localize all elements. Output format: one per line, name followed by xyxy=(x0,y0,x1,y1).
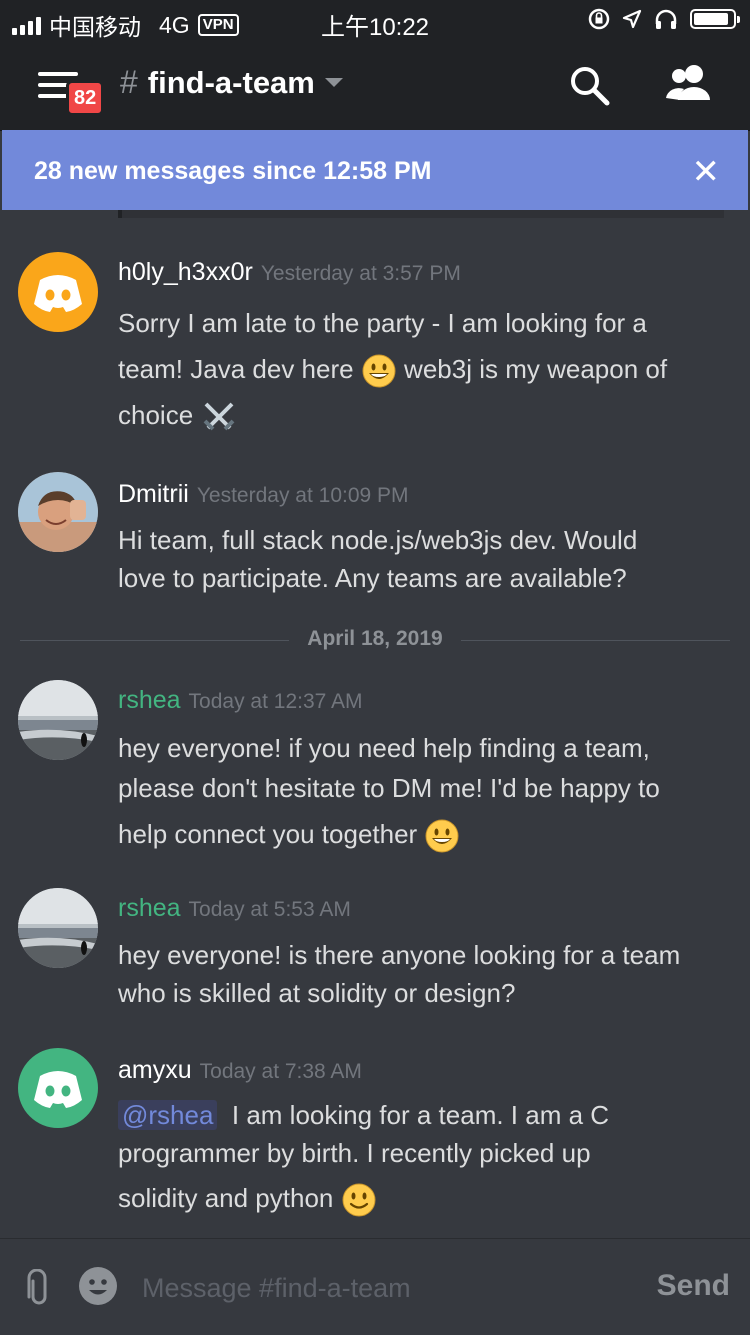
timestamp: Yesterday at 3:57 PM xyxy=(260,262,461,285)
status-bar: 中国移动 4G VPN 上午10:22 xyxy=(0,0,750,42)
discord-logo-icon xyxy=(34,275,82,312)
channel-header xyxy=(0,42,750,131)
date-divider: April 18, 2019 xyxy=(0,627,750,651)
message-line: solidity and python xyxy=(118,1172,718,1224)
new-messages-text: 28 new messages since 12:58 PM xyxy=(34,157,432,185)
members-button[interactable] xyxy=(660,62,716,106)
embed-remnant xyxy=(118,210,724,218)
message-body: @rshea I am looking for a team. I am a C… xyxy=(118,1096,718,1224)
attach-button[interactable] xyxy=(22,1268,56,1309)
author-name[interactable]: Dmitrii xyxy=(118,480,189,508)
crossed-swords-emoji-icon xyxy=(203,402,235,431)
message-line: Sorry I am late to the party - I am look… xyxy=(118,308,647,338)
send-button[interactable]: Send xyxy=(657,1269,730,1303)
message-line: choice xyxy=(118,392,718,438)
headphones-icon xyxy=(655,9,677,29)
date-divider-label: April 18, 2019 xyxy=(289,627,461,650)
new-messages-banner[interactable]: 28 new messages since 12:58 PM ✕ xyxy=(2,130,748,210)
message-text: choice xyxy=(118,400,194,430)
message-composer: Send xyxy=(0,1238,750,1335)
message-header: rshea Today at 5:53 AM xyxy=(118,894,351,923)
message-body: hey everyone! if you need help finding a… xyxy=(118,728,718,860)
channel-title[interactable]: # find-a-team xyxy=(120,64,343,101)
avatar[interactable] xyxy=(18,888,98,968)
slight-smile-emoji-icon xyxy=(342,1183,376,1217)
search-button[interactable] xyxy=(568,64,612,108)
avatar[interactable] xyxy=(18,1048,98,1128)
message-line: @rshea I am looking for a team. I am a C xyxy=(118,1096,718,1134)
message-line: help connect you together xyxy=(118,808,718,860)
emoji-button[interactable] xyxy=(78,1266,118,1306)
author-name[interactable]: h0ly_h3xx0r xyxy=(118,258,253,286)
message-text: I am looking for a team. I am a C xyxy=(231,1100,610,1130)
location-icon xyxy=(622,9,642,29)
message-text: help connect you together xyxy=(118,819,418,849)
avatar[interactable] xyxy=(18,472,98,552)
message-body: Hi team, full stack node.js/web3js dev. … xyxy=(118,521,718,597)
timestamp: Yesterday at 10:09 PM xyxy=(196,484,409,507)
smiley-emoji-icon xyxy=(362,354,396,388)
message-line: programmer by birth. I recently picked u… xyxy=(118,1138,591,1168)
search-icon xyxy=(571,67,610,106)
chevron-down-icon xyxy=(324,78,343,87)
author-name[interactable]: rshea xyxy=(118,894,181,922)
message-line: hey everyone! if you need help finding a… xyxy=(118,733,650,763)
message-line: team! Java dev here web3j is my weapon o… xyxy=(118,346,718,392)
message-body: hey everyone! is there anyone looking fo… xyxy=(118,936,718,1012)
timestamp: Today at 7:38 AM xyxy=(199,1060,362,1083)
avatar[interactable] xyxy=(18,252,98,332)
author-name[interactable]: rshea xyxy=(118,686,181,714)
message-line: who is skilled at solidity or design? xyxy=(118,978,516,1008)
discord-logo-icon xyxy=(34,1071,82,1108)
status-right xyxy=(588,8,740,30)
close-icon[interactable]: ✕ xyxy=(692,152,721,192)
notification-badge: 82 xyxy=(66,80,105,116)
message-header: amyxu Today at 7:38 AM xyxy=(118,1056,362,1085)
message-line: please don't hesitate to DM me! I'd be h… xyxy=(118,773,660,803)
message-input[interactable] xyxy=(140,1261,624,1315)
paperclip-icon xyxy=(27,1268,47,1305)
user-photo-icon xyxy=(18,472,98,552)
members-icon xyxy=(666,65,710,100)
message-text: team! Java dev here xyxy=(118,354,354,384)
battery-icon xyxy=(690,9,740,29)
timestamp: Today at 5:53 AM xyxy=(188,898,351,921)
message-header: h0ly_h3xx0r Yesterday at 3:57 PM xyxy=(118,258,461,287)
hash-icon: # xyxy=(120,64,138,100)
message-line: Hi team, full stack node.js/web3js dev. … xyxy=(118,525,638,555)
timestamp: Today at 12:37 AM xyxy=(188,690,363,713)
avatar[interactable] xyxy=(18,680,98,760)
channel-name: find-a-team xyxy=(147,64,315,100)
message-line: hey everyone! is there anyone looking fo… xyxy=(118,940,681,970)
beach-photo-icon xyxy=(18,888,98,968)
beach-photo-icon xyxy=(18,680,98,760)
message-body: Sorry I am late to the party - I am look… xyxy=(118,300,718,438)
orientation-lock-icon xyxy=(588,8,610,30)
author-name[interactable]: amyxu xyxy=(118,1056,192,1084)
message-text: solidity and python xyxy=(118,1183,334,1213)
message-text: web3j is my weapon of xyxy=(404,354,668,384)
user-mention[interactable]: @rshea xyxy=(118,1100,218,1130)
message-line: love to participate. Any teams are avail… xyxy=(118,563,627,593)
smiley-emoji-icon xyxy=(425,819,459,853)
message-header: rshea Today at 12:37 AM xyxy=(118,686,363,715)
message-header: Dmitrii Yesterday at 10:09 PM xyxy=(118,480,409,509)
smiley-icon xyxy=(79,1267,117,1305)
